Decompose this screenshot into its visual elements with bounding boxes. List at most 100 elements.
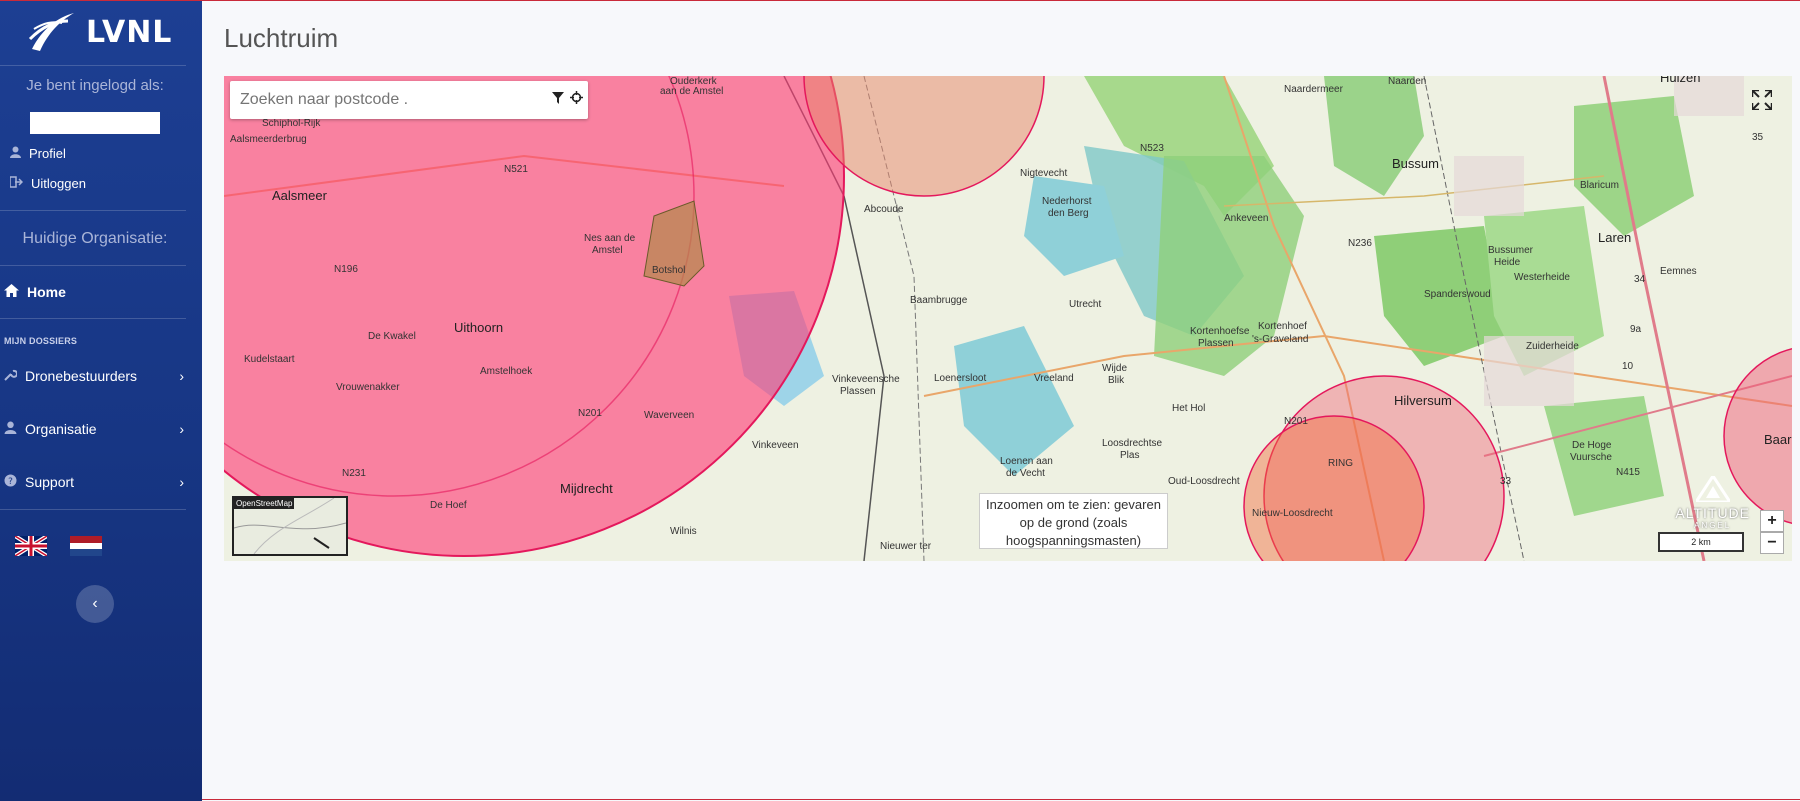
uk-flag-icon[interactable] [13, 534, 49, 558]
minimap[interactable]: OpenStreetMap [232, 496, 348, 556]
map-label: Utrecht [1069, 299, 1102, 310]
altitude-angel-logo: ALTITUDE ANGEL [1675, 473, 1750, 530]
map-label: N521 [504, 164, 528, 175]
map-label: Naarden [1388, 76, 1427, 87]
map-label: Oud-Loosdrecht [1168, 476, 1240, 487]
map-label: Bussumer [1488, 245, 1534, 256]
map-label: Huizen [1660, 76, 1701, 85]
map-label: Kortenhoef [1258, 321, 1307, 332]
page-title: Luchtruim [224, 23, 339, 53]
user-icon [10, 146, 21, 161]
filter-icon[interactable] [552, 91, 564, 107]
map-label: Ankeveen [1224, 213, 1269, 224]
brand-sub: ANGEL [1694, 521, 1732, 530]
map-label: 33 [1500, 476, 1512, 487]
sidebar-item-dronebestuurders[interactable]: Dronebestuurders › [4, 368, 184, 384]
map-label: Botshol [652, 265, 686, 276]
collapse-sidebar-button[interactable]: ‹ [76, 585, 114, 623]
sidebar-divider [0, 265, 186, 266]
crosshair-icon[interactable] [570, 91, 583, 107]
question-circle-icon: ? [4, 474, 17, 490]
map-label: Baambrugge [910, 295, 968, 306]
map-label: N415 [1616, 467, 1640, 478]
airspace-map[interactable]: Schiphol-Rijk Aalsmeerderbrug Aalsmeer N… [224, 76, 1792, 561]
map-label: Nieuwer ter [880, 541, 932, 552]
map-label: De Hoge [1572, 440, 1612, 451]
map-label: Plassen [840, 386, 876, 397]
logo-text: LVNL [86, 14, 173, 50]
map-label: N201 [1284, 416, 1308, 427]
map-label: 's-Graveland [1252, 334, 1309, 345]
map-label: Het Hol [1172, 403, 1206, 414]
map-label: Vuursche [1570, 452, 1612, 463]
map-label: N201 [578, 408, 602, 419]
map-label: Uithoorn [454, 320, 504, 335]
user-icon [4, 421, 17, 437]
map-label: Naardermeer [1284, 84, 1343, 95]
map-label: Loenersloot [934, 373, 987, 384]
map-label: Eemnes [1660, 266, 1697, 277]
map-label: Amstelhoek [480, 366, 533, 377]
map-label: Heide [1494, 257, 1521, 268]
map-label: Waverveen [644, 410, 695, 421]
brand-label: ALTITUDE [1675, 505, 1750, 521]
map-label: RING [1328, 458, 1353, 469]
map-label: Kudelstaart [244, 354, 295, 365]
map-label: Zuiderheide [1526, 341, 1579, 352]
logout-link[interactable]: Uitloggen [9, 176, 86, 191]
map-label: Blik [1108, 375, 1125, 386]
map-label: De Kwakel [368, 331, 416, 342]
map-label: Spanderswoud [1424, 289, 1491, 300]
map-label: Schiphol-Rijk [262, 118, 321, 129]
fullscreen-icon[interactable] [1750, 88, 1774, 116]
map-label: Blaricum [1580, 180, 1619, 191]
profile-link[interactable]: Profiel [10, 146, 66, 161]
zoom-hint-tooltip: Inzoomen om te zien: gevaren op de grond… [979, 493, 1168, 549]
sidebar-item-label: Organisatie [25, 421, 97, 437]
map-label: N523 [1140, 143, 1164, 154]
profile-label: Profiel [29, 146, 66, 161]
sidebar-divider [0, 65, 186, 66]
postcode-search-input[interactable] [238, 90, 542, 110]
scale-bar: 2 km [1658, 532, 1744, 552]
tooltip-line: hoogspanningsmasten) [1005, 533, 1142, 548]
map-label: De Hoef [430, 500, 467, 511]
sidebar-item-organisatie[interactable]: Organisatie › [4, 421, 184, 437]
map-label: aan de Amstel [660, 86, 724, 97]
lvnl-swoosh-icon [28, 13, 74, 51]
map-label: Nieuw-Loosdrecht [1252, 508, 1333, 519]
map-label: Vreeland [1034, 373, 1074, 384]
sidebar-item-support[interactable]: ? Support › [4, 474, 184, 490]
tooltip-line: op de grond (zoals [1019, 515, 1128, 530]
map-tiles [224, 76, 1792, 561]
lvnl-logo[interactable]: LVNL [28, 9, 172, 55]
sidebar-item-label: Dronebestuurders [25, 368, 138, 384]
map-label: Nes aan de [584, 233, 636, 244]
map-label: Loenen aan [1000, 456, 1053, 467]
sidebar-divider [0, 509, 186, 510]
chevron-left-icon: ‹ [92, 595, 98, 612]
map-label: Hilversum [1394, 393, 1452, 408]
zoom-in-button[interactable]: + [1760, 510, 1784, 532]
map-label: Amstel [592, 245, 623, 256]
sidebar-item-home[interactable]: Home [4, 284, 66, 300]
chevron-right-icon: › [179, 474, 184, 490]
map-label: Vrouwenakker [336, 382, 400, 393]
map-label: N236 [1348, 238, 1372, 249]
zoom-out-button[interactable]: − [1760, 532, 1784, 554]
map-label: Plassen [1198, 338, 1234, 349]
sidebar-divider [0, 210, 186, 211]
chevron-right-icon: › [179, 368, 184, 384]
logged-in-label: Je bent ingelogd als: [26, 77, 164, 94]
altitude-angel-icon [1692, 473, 1733, 504]
map-label: Mijdrecht [560, 481, 613, 496]
wrench-icon [4, 368, 18, 384]
map-label: de Vecht [1006, 468, 1045, 479]
nl-flag-icon[interactable] [70, 536, 102, 556]
map-label: 34 [1634, 274, 1646, 285]
username-box [30, 112, 160, 134]
map-label: Wilnis [670, 526, 697, 537]
tooltip-line: Inzoomen om te zien: gevaren [986, 497, 1161, 512]
map-label: den Berg [1048, 208, 1089, 219]
map-label: Laren [1598, 230, 1632, 245]
